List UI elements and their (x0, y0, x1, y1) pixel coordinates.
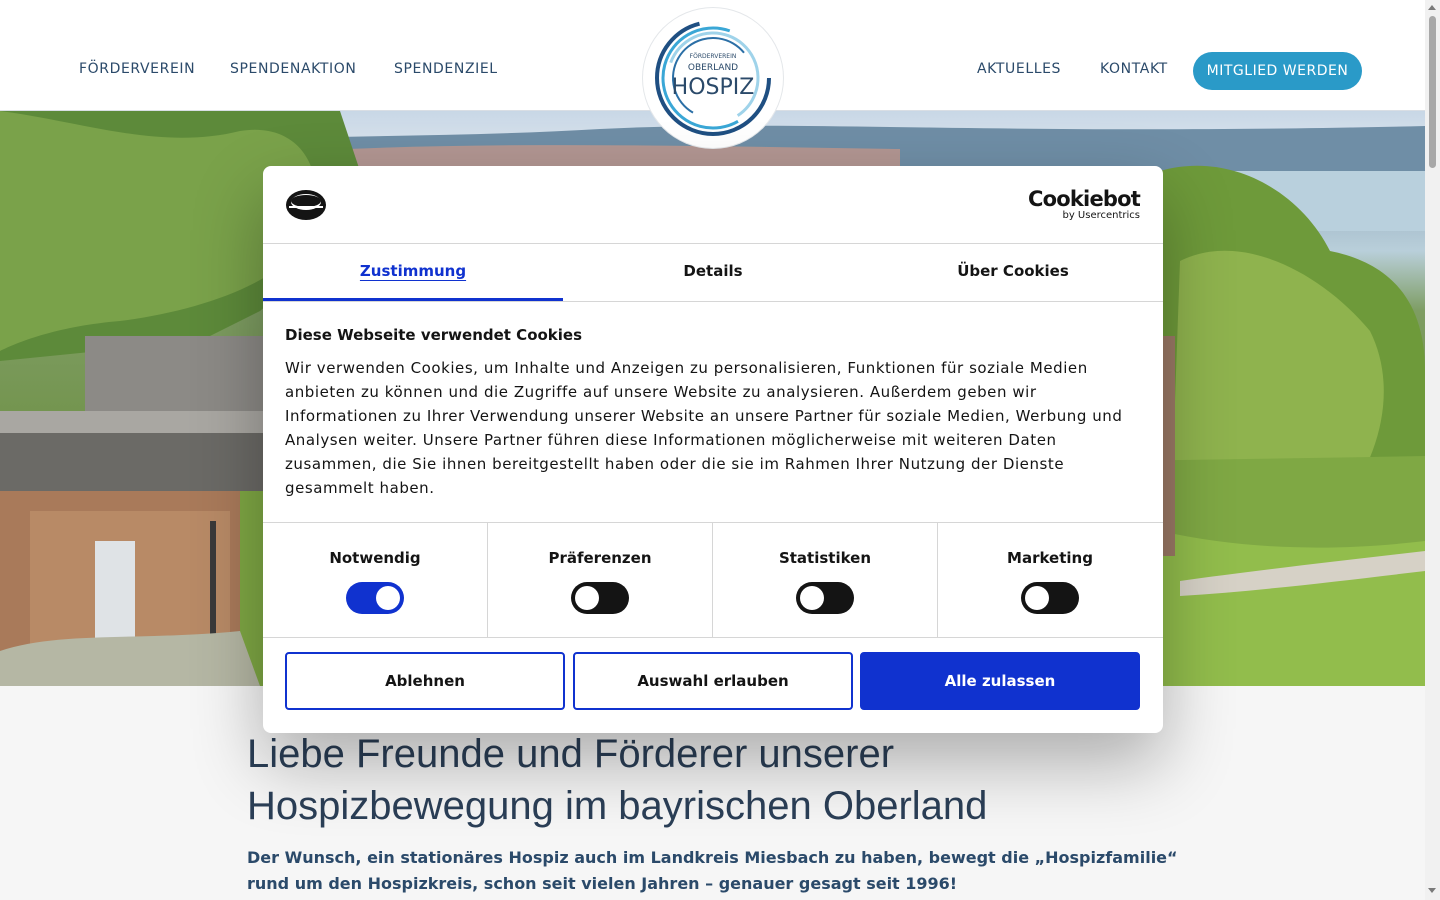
heading-line-1: Liebe Freunde und Förderer unserer (247, 732, 895, 776)
logo-line2: OBERLAND (688, 63, 738, 73)
tab-details[interactable]: Details (563, 244, 863, 300)
toggle-cell-statistiken: Statistiken (713, 523, 938, 637)
logo-rings-icon: FÖRDERVEREIN OBERLAND HOSPIZ (655, 20, 771, 136)
toggle-label-notwendig: Notwendig (329, 549, 421, 567)
toggle-statistiken[interactable] (796, 582, 854, 614)
toggle-praeferenzen[interactable] (571, 582, 629, 614)
consent-toggles: Notwendig Präferenzen Statistiken Market… (263, 522, 1163, 638)
allow-all-button[interactable]: Alle zulassen (860, 652, 1140, 710)
dialog-title: Diese Webseite verwendet Cookies (285, 326, 583, 344)
cookiebot-brand[interactable]: Cookiebot by Usercentrics (1028, 187, 1141, 222)
become-member-button[interactable]: MITGLIED WERDEN (1193, 52, 1362, 90)
cookie-consent-dialog: Cookiebot by Usercentrics Zustimmung Det… (263, 166, 1163, 733)
logo-line1: FÖRDERVEREIN (690, 53, 737, 60)
toggle-label-statistiken: Statistiken (778, 549, 872, 567)
heading-line-2: Hospizbewegung im bayrischen Oberland (247, 784, 988, 828)
cookie-logo-icon (286, 190, 326, 220)
toggle-knob (376, 586, 400, 610)
nav-kontakt[interactable]: KONTAKT (1100, 61, 1168, 77)
site-logo[interactable]: FÖRDERVEREIN OBERLAND HOSPIZ (643, 8, 783, 148)
toggle-cell-notwendig: Notwendig (263, 523, 488, 637)
page-heading: Liebe Freunde und Förderer unserer Hospi… (247, 728, 1147, 832)
toggle-cell-marketing: Marketing (938, 523, 1162, 637)
tab-zustimmung[interactable]: Zustimmung (263, 244, 563, 301)
brand-sub: by Usercentrics (1062, 210, 1140, 221)
toggle-notwendig[interactable] (346, 582, 404, 614)
allow-selection-button[interactable]: Auswahl erlauben (573, 652, 853, 710)
toggle-marketing[interactable] (1021, 582, 1079, 614)
brand-name: Cookiebot (1028, 187, 1141, 211)
page-scrollbar[interactable] (1425, 0, 1440, 900)
scroll-down-icon[interactable] (1428, 888, 1436, 893)
toggle-cell-praeferenzen: Präferenzen (488, 523, 713, 637)
nav-spendenziel[interactable]: SPENDENZIEL (394, 61, 498, 77)
tab-ueber-cookies[interactable]: Über Cookies (863, 244, 1163, 300)
toggle-knob (575, 586, 599, 610)
dialog-header: Cookiebot by Usercentrics (263, 166, 1163, 244)
dialog-body-text: Wir verwenden Cookies, um Inhalte und An… (285, 359, 1123, 497)
toggle-knob (1025, 586, 1049, 610)
nav-foerderverein[interactable]: FÖRDERVEREIN (79, 61, 195, 77)
toggle-label-praeferenzen: Präferenzen (548, 549, 652, 567)
scroll-thumb[interactable] (1429, 16, 1436, 168)
logo-line3: HOSPIZ (672, 75, 755, 100)
decline-button[interactable]: Ablehnen (285, 652, 565, 710)
dialog-tabs: Zustimmung Details Über Cookies (263, 244, 1163, 302)
toggle-label-marketing: Marketing (1007, 549, 1093, 567)
nav-spendenaktion[interactable]: SPENDENAKTION (230, 61, 356, 77)
toggle-knob (800, 586, 824, 610)
intro-paragraph: Der Wunsch, ein stationäres Hospiz auch … (247, 848, 1178, 893)
nav-aktuelles[interactable]: AKTUELLES (977, 61, 1061, 77)
scroll-up-icon[interactable] (1428, 5, 1436, 10)
